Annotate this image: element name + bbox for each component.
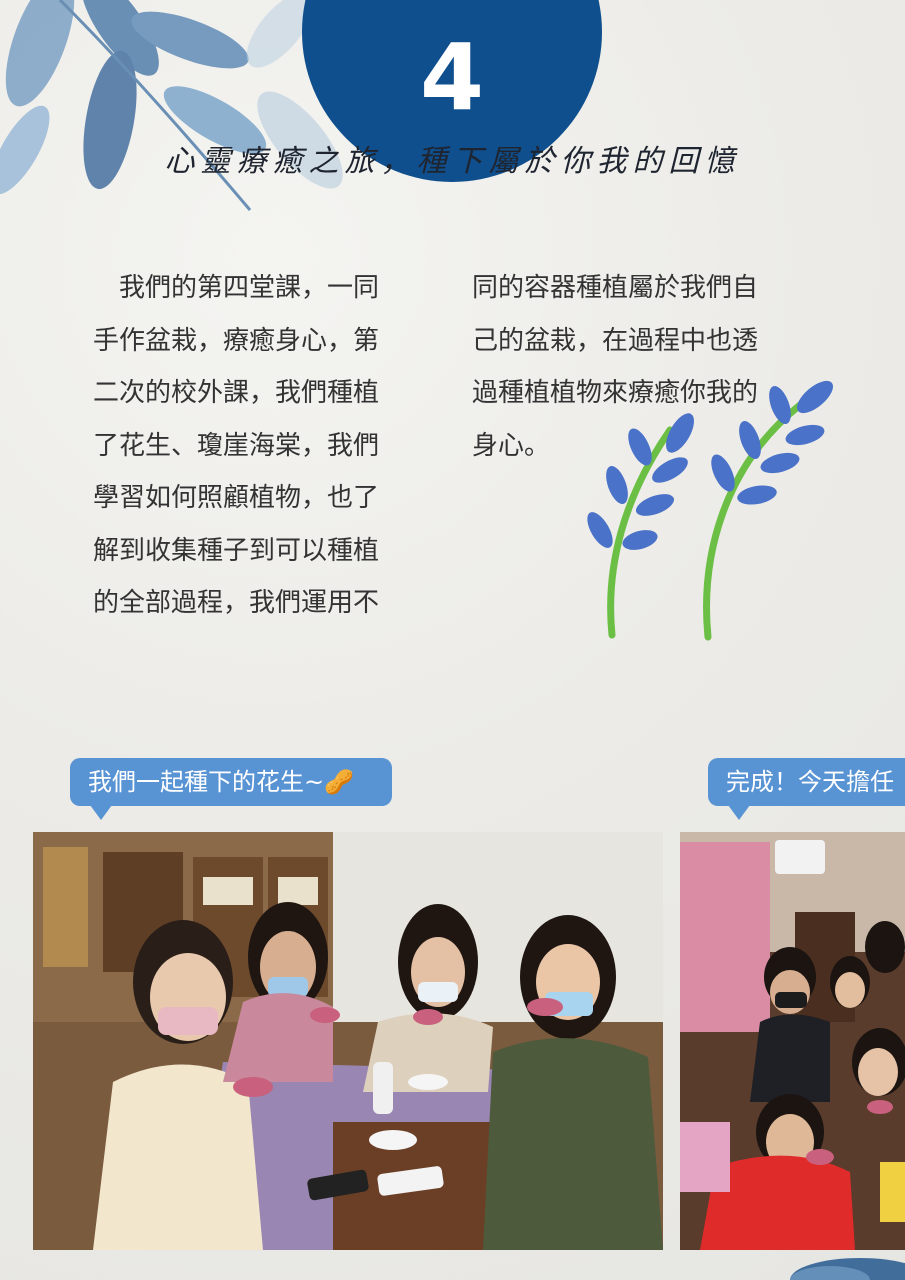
article-column-left: 我們的第四堂課，一同 手作盆栽，療癒身心，第 二次的校外課，我們種植 了花生、瓊… xyxy=(93,262,423,630)
group-photo-completed xyxy=(680,832,905,1250)
section-number: 4 xyxy=(419,24,484,131)
article-line: 己的盆栽，在過程中也透 xyxy=(472,325,759,356)
group-photo-planting xyxy=(33,832,663,1250)
article-line: 解到收集種子到可以種植 xyxy=(93,535,380,566)
flower-sprig-icon xyxy=(587,380,834,641)
article-line: 學習如何照顧植物，也了 xyxy=(93,483,380,513)
leaf-decoration-icon xyxy=(790,1258,905,1280)
article-line: 同的容器種植屬於我們自 xyxy=(472,273,759,303)
photo-caption-bubble: 我們一起種下的花生~🥜 xyxy=(70,758,392,820)
article-line: 我們的第四堂課，一同 xyxy=(93,273,380,303)
article-line: 了花生、瓊崖海棠，我們 xyxy=(93,430,380,461)
photo-caption-bubble: 完成！今天擔任 xyxy=(708,758,905,820)
page-subtitle: 心靈療癒之旅，種下屬於你我的回憶 xyxy=(164,144,741,179)
article-line: 手作盆栽，療癒身心，第 xyxy=(93,325,380,356)
article-line: 二次的校外課，我們種植 xyxy=(93,378,380,408)
article-line: 的全部過程，我們運用不 xyxy=(93,588,380,618)
